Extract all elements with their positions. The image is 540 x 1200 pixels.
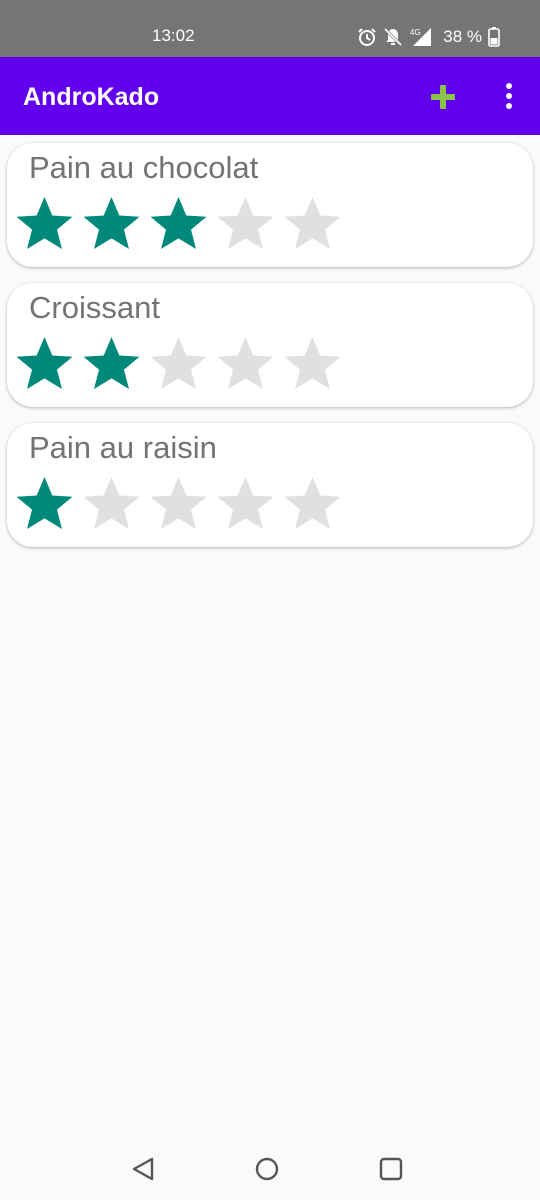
list-item[interactable]: Croissant <box>7 283 533 407</box>
item-name: Pain au chocolat <box>29 150 259 185</box>
star-empty-icon[interactable] <box>78 473 145 531</box>
star-filled-icon[interactable] <box>78 333 145 391</box>
home-button[interactable] <box>254 1156 280 1182</box>
rating-stars[interactable] <box>11 473 346 531</box>
add-icon <box>431 85 455 109</box>
recents-button[interactable] <box>378 1156 404 1182</box>
add-button[interactable] <box>428 82 458 112</box>
star-filled-icon[interactable] <box>145 193 212 251</box>
star-empty-icon[interactable] <box>145 333 212 391</box>
star-empty-icon[interactable] <box>212 333 279 391</box>
recents-icon <box>379 1157 403 1181</box>
status-icons: 4G 38 % <box>357 26 500 48</box>
status-bar: 13:02 4G 38 % <box>0 0 540 57</box>
star-empty-icon[interactable] <box>145 473 212 531</box>
network-type: 4G <box>410 28 421 37</box>
star-filled-icon[interactable] <box>11 333 78 391</box>
notifications-off-icon <box>384 27 403 47</box>
app-title: AndroKado <box>23 83 160 111</box>
star-empty-icon[interactable] <box>212 193 279 251</box>
list-item[interactable]: Pain au chocolat <box>7 143 533 267</box>
battery-icon <box>488 27 500 47</box>
rating-stars[interactable] <box>11 193 346 251</box>
more-vert-icon <box>506 83 512 109</box>
rating-stars[interactable] <box>11 333 346 391</box>
navigation-bar <box>0 1140 540 1200</box>
star-empty-icon[interactable] <box>279 193 346 251</box>
home-icon <box>255 1157 279 1181</box>
back-button[interactable] <box>130 1156 156 1182</box>
status-time: 13:02 <box>152 26 195 45</box>
item-list: Pain au chocolat Croissant Pain au raisin <box>7 143 533 563</box>
more-options-button[interactable] <box>498 81 520 111</box>
battery-percent: 38 % <box>443 27 482 46</box>
star-empty-icon[interactable] <box>279 333 346 391</box>
star-filled-icon[interactable] <box>11 473 78 531</box>
item-name: Pain au raisin <box>29 430 217 465</box>
app-bar: AndroKado <box>0 57 540 135</box>
back-icon <box>132 1157 154 1181</box>
signal-4g-icon: 4G <box>410 28 432 46</box>
item-name: Croissant <box>29 290 160 325</box>
star-empty-icon[interactable] <box>279 473 346 531</box>
star-empty-icon[interactable] <box>212 473 279 531</box>
alarm-icon <box>358 28 376 46</box>
list-item[interactable]: Pain au raisin <box>7 423 533 547</box>
star-filled-icon[interactable] <box>11 193 78 251</box>
star-filled-icon[interactable] <box>78 193 145 251</box>
